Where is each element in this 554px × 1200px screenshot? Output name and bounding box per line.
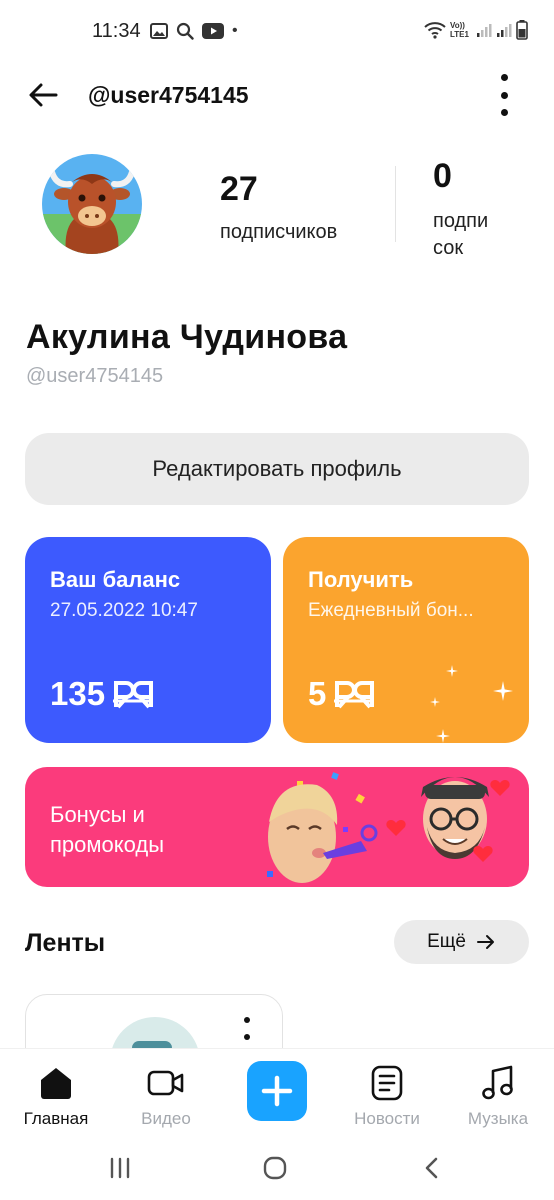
arrow-right-icon <box>476 935 494 949</box>
nav-music-label: Музыка <box>467 1109 529 1128</box>
currency-icon <box>113 681 154 709</box>
daily-bonus-card[interactable]: Получить Ежедневный бон... 5 <box>283 537 529 743</box>
home-icon <box>41 1068 71 1099</box>
bonus-title: Получить <box>308 567 414 592</box>
feeds-more-button[interactable]: Ещё <box>394 920 529 964</box>
back-system-icon[interactable] <box>420 1156 444 1180</box>
add-content-button[interactable] <box>247 1061 307 1121</box>
back-button[interactable] <box>26 78 60 112</box>
recent-apps-icon[interactable] <box>108 1156 132 1180</box>
subscriptions-count: 0 <box>433 157 452 195</box>
bonus-value-row: 5 <box>308 675 375 713</box>
balance-date: 27.05.2022 10:47 <box>50 600 198 621</box>
dot <box>500 91 508 99</box>
sparkle-icon <box>493 681 513 701</box>
gallery-icon <box>150 23 168 39</box>
nav-home-label: Главная <box>23 1109 89 1128</box>
subscriptions-stat[interactable]: 0 подпи сок <box>433 157 488 262</box>
currency-icon <box>334 681 375 709</box>
balance-value: 135 <box>50 675 106 712</box>
signal-icon-2 <box>497 24 512 37</box>
promo-line2: промокоды <box>50 832 165 857</box>
stats-divider <box>395 166 396 242</box>
sparkle-icon <box>430 697 440 707</box>
bonus-value: 5 <box>308 675 327 712</box>
status-notifications: • <box>150 22 238 40</box>
nav-video-label: Видео <box>141 1109 191 1128</box>
dot <box>244 1034 250 1040</box>
wifi-icon <box>424 22 446 39</box>
bonuses-promocodes-card[interactable]: Бонусы и промокоды <box>25 767 529 887</box>
followers-count: 27 <box>220 170 258 208</box>
plus-icon <box>261 1075 293 1107</box>
dot <box>500 74 508 81</box>
nav-news-label: Новости <box>354 1109 420 1128</box>
profile-header: @user4754145 <box>0 64 554 126</box>
system-navigation-bar <box>0 1140 554 1200</box>
memoji-illustration <box>267 772 510 883</box>
signal-icon <box>477 24 492 37</box>
network-label: Vo)) LTE1 <box>450 21 469 39</box>
status-dot: • <box>232 22 238 39</box>
home-system-icon[interactable] <box>263 1156 287 1180</box>
dot <box>244 1017 250 1023</box>
bottom-navigation: Главная Видео Новости Музыка <box>0 1048 554 1140</box>
arrow-left-icon <box>29 83 58 107</box>
followers-label: подписчиков <box>220 221 338 243</box>
sparkle-icon <box>446 665 458 677</box>
profile-name: Акулина Чудинова <box>26 318 348 356</box>
promo-text: Бонусы и промокоды <box>50 800 164 860</box>
more-label: Ещё <box>427 931 466 952</box>
subscriptions-label-line2: сок <box>433 237 464 259</box>
nav-home[interactable]: Главная <box>6 1063 106 1129</box>
promo-line1: Бонусы и <box>50 802 145 827</box>
battery-icon <box>516 20 528 40</box>
bonus-subtitle: Ежедневный бон... <box>308 600 474 621</box>
sparkle-icon <box>436 729 450 743</box>
dot <box>500 109 508 116</box>
bull-avatar-icon <box>42 154 142 254</box>
balance-title: Ваш баланс <box>50 567 181 592</box>
status-bar: 11:34 • Vo)) LTE1 <box>0 0 554 64</box>
header-username: @user4754145 <box>88 82 249 108</box>
profile-handle: @user4754145 <box>26 365 164 387</box>
edit-profile-button[interactable]: Редактировать профиль <box>25 433 529 505</box>
nav-video[interactable]: Видео <box>116 1063 216 1129</box>
subscriptions-label-line1: подпи <box>433 210 489 232</box>
balance-value-row: 135 <box>50 675 154 713</box>
nav-news[interactable]: Новости <box>337 1063 437 1129</box>
balance-card[interactable]: Ваш баланс 27.05.2022 10:47 135 <box>25 537 271 743</box>
music-icon <box>482 1065 513 1100</box>
feeds-title: Ленты <box>25 929 106 957</box>
search-icon <box>176 22 194 40</box>
avatar[interactable] <box>42 154 142 254</box>
news-icon <box>371 1065 403 1101</box>
status-time: 11:34 <box>92 20 141 42</box>
nav-music[interactable]: Музыка <box>448 1063 548 1129</box>
video-icon <box>147 1070 184 1096</box>
status-system: Vo)) LTE1 <box>424 20 528 40</box>
more-options-button[interactable] <box>494 74 514 116</box>
youtube-icon <box>202 23 224 39</box>
followers-stat[interactable]: 27 подписчиков <box>220 170 337 246</box>
